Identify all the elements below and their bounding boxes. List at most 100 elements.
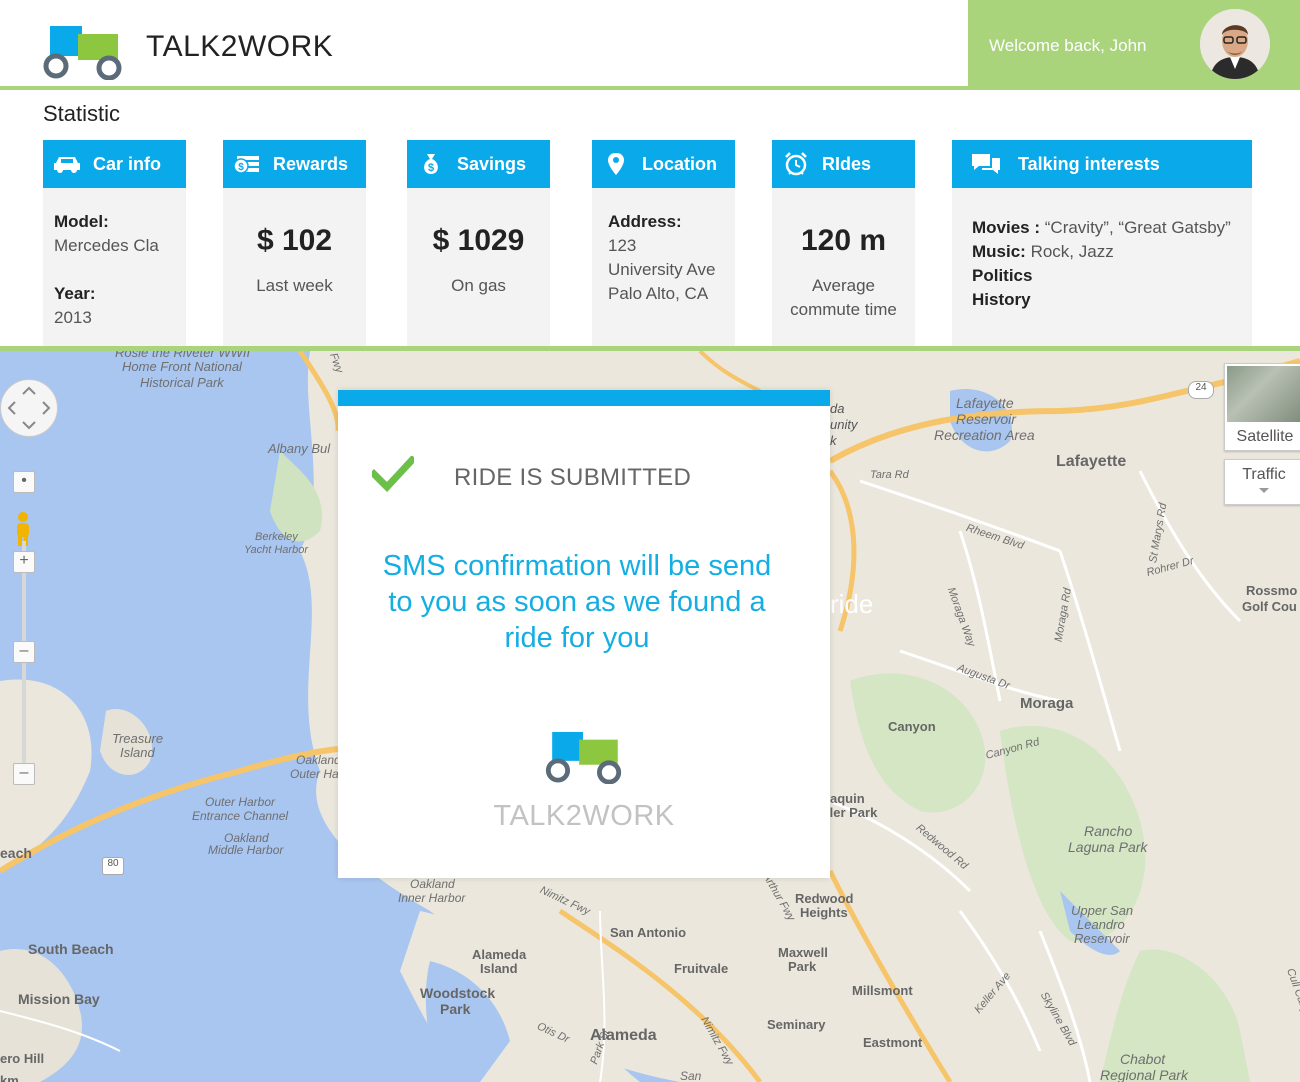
map-label: k xyxy=(830,433,837,448)
map-label: Maxwell xyxy=(778,945,828,960)
map-label: each xyxy=(0,845,32,861)
map-label: Inner Harbor xyxy=(398,891,466,905)
map-label: km xyxy=(0,1073,19,1082)
rides-caption-1: Average xyxy=(811,276,875,295)
map-label: aquin xyxy=(830,791,865,806)
map-label: Eastmont xyxy=(863,1035,923,1050)
music-value: Rock, Jazz xyxy=(1025,242,1114,261)
modal-message-line-2: to you as soon as we found a xyxy=(388,586,766,618)
zoom-in-button[interactable]: + xyxy=(13,551,35,573)
map-label: Island xyxy=(480,961,518,976)
user-panel[interactable]: Welcome back, John xyxy=(968,0,1300,86)
map-label: South Beach xyxy=(28,941,114,957)
map-label: Seminary xyxy=(767,1017,826,1032)
map-label: Lafayette xyxy=(956,395,1014,411)
map-label: Redwood xyxy=(795,891,854,906)
map-label: ride xyxy=(830,589,874,619)
car-info-header[interactable]: Car info xyxy=(43,140,186,188)
map-label: Upper San xyxy=(1071,903,1134,918)
rewards-header[interactable]: $ Rewards xyxy=(223,140,366,188)
pan-control[interactable] xyxy=(0,379,58,437)
satellite-label: Satellite xyxy=(1236,428,1294,445)
map-label: Yacht Harbor xyxy=(244,544,308,556)
header-divider xyxy=(0,86,1300,90)
chevron-down-icon xyxy=(1259,488,1269,493)
map-label: San xyxy=(680,1069,702,1082)
location-title: Location xyxy=(642,153,717,174)
zoom-out-button[interactable]: – xyxy=(13,763,35,785)
map-label: Recreation Area xyxy=(934,427,1035,443)
map-label: Laguna Park xyxy=(1068,839,1148,855)
map-label: Lafayette xyxy=(1056,453,1127,470)
map-label: ero Hill xyxy=(0,1051,45,1066)
map-label: Rancho xyxy=(1084,823,1133,839)
rides-title: RIdes xyxy=(822,153,872,174)
modal-brand: TALK2WORK xyxy=(493,800,675,832)
map-label: Rossmo xyxy=(1246,583,1298,598)
map-label: Alameda xyxy=(472,947,527,962)
map-label: San Antonio xyxy=(610,925,687,940)
interests-title: Talking interests xyxy=(1018,153,1160,174)
pan-arrows-icon xyxy=(7,386,51,430)
map-label: Historical Park xyxy=(140,375,224,390)
map-label: Oakland xyxy=(296,753,341,767)
avatar[interactable] xyxy=(1200,9,1270,79)
interest-history: History xyxy=(972,290,1031,309)
svg-text:$: $ xyxy=(428,162,434,174)
money-bag-icon: $ xyxy=(417,152,445,176)
car-info-title: Car info xyxy=(93,153,162,174)
welcome-text: Welcome back, John xyxy=(989,36,1147,55)
map-label: Golf Cou xyxy=(1242,599,1297,614)
zoom-handle[interactable]: – xyxy=(13,641,35,663)
model-value: Mercedes Cla xyxy=(54,236,159,255)
location-header[interactable]: Location xyxy=(592,140,735,188)
avatar-icon xyxy=(1200,9,1270,79)
rewards-caption: Last week xyxy=(256,276,333,295)
interests-card: Talking interests Movies : “Cravity”, “G… xyxy=(952,140,1252,346)
rides-header[interactable]: RIdes xyxy=(772,140,915,188)
year-label: Year: xyxy=(54,284,96,303)
address-line-3: Palo Alto, CA xyxy=(608,284,709,303)
reset-view-button[interactable]: • xyxy=(13,471,35,493)
money-icon: $ xyxy=(233,152,261,176)
logo-icon[interactable] xyxy=(42,24,124,80)
rewards-title: Rewards xyxy=(273,153,349,174)
address-line-1: 123 xyxy=(608,236,637,255)
movies-label: Movies : xyxy=(972,218,1041,237)
map-label: Moraga xyxy=(1020,695,1074,712)
interest-politics: Politics xyxy=(972,266,1033,285)
map-pin-icon xyxy=(602,152,630,176)
address-label: Address: xyxy=(608,212,682,231)
savings-value: $ 1029 xyxy=(432,224,525,257)
car-icon xyxy=(53,152,81,176)
map-label: Fruitvale xyxy=(674,961,729,976)
savings-caption: On gas xyxy=(451,276,506,295)
rewards-value: $ 102 xyxy=(256,224,333,257)
map-label: Chabot xyxy=(1120,1051,1166,1067)
interests-header[interactable]: Talking interests xyxy=(952,140,1252,188)
savings-header[interactable]: $ Savings xyxy=(407,140,550,188)
car-info-card: Car info Model: Mercedes Cla Year: 2013 xyxy=(43,140,186,346)
satellite-toggle[interactable]: Satellite xyxy=(1224,363,1300,451)
savings-card: $ Savings $ 1029 On gas xyxy=(407,140,550,346)
highway-24-shield: 24 xyxy=(1188,381,1214,399)
modal-top-bar xyxy=(338,390,830,406)
model-label: Model: xyxy=(54,212,109,231)
map-label: Treasure xyxy=(112,731,164,746)
traffic-label: Traffic xyxy=(1242,466,1286,483)
map-label: Heights xyxy=(800,905,848,920)
confirmation-modal[interactable]: RIDE IS SUBMITTED SMS confirmation will … xyxy=(338,390,830,878)
alarm-clock-icon xyxy=(782,152,810,176)
map-label: da xyxy=(830,401,845,416)
rides-card: RIdes 120 m Average commute time xyxy=(772,140,915,346)
brand-name[interactable]: TALK2WORK xyxy=(146,30,333,64)
modal-message-line-1: SMS confirmation will be send xyxy=(382,550,772,582)
rewards-card: $ Rewards $ 102 Last week xyxy=(223,140,366,346)
movies-value: “Cravity”, “Great Gatsby” xyxy=(1040,218,1231,237)
address-line-2: University Ave xyxy=(608,260,716,279)
map-label: Reservoir xyxy=(1074,931,1130,946)
map-label: Middle Harbor xyxy=(208,843,284,857)
traffic-toggle[interactable]: Traffic xyxy=(1224,459,1300,505)
map-label: Outer Harbor xyxy=(205,795,276,809)
satellite-thumbnail xyxy=(1227,366,1300,422)
